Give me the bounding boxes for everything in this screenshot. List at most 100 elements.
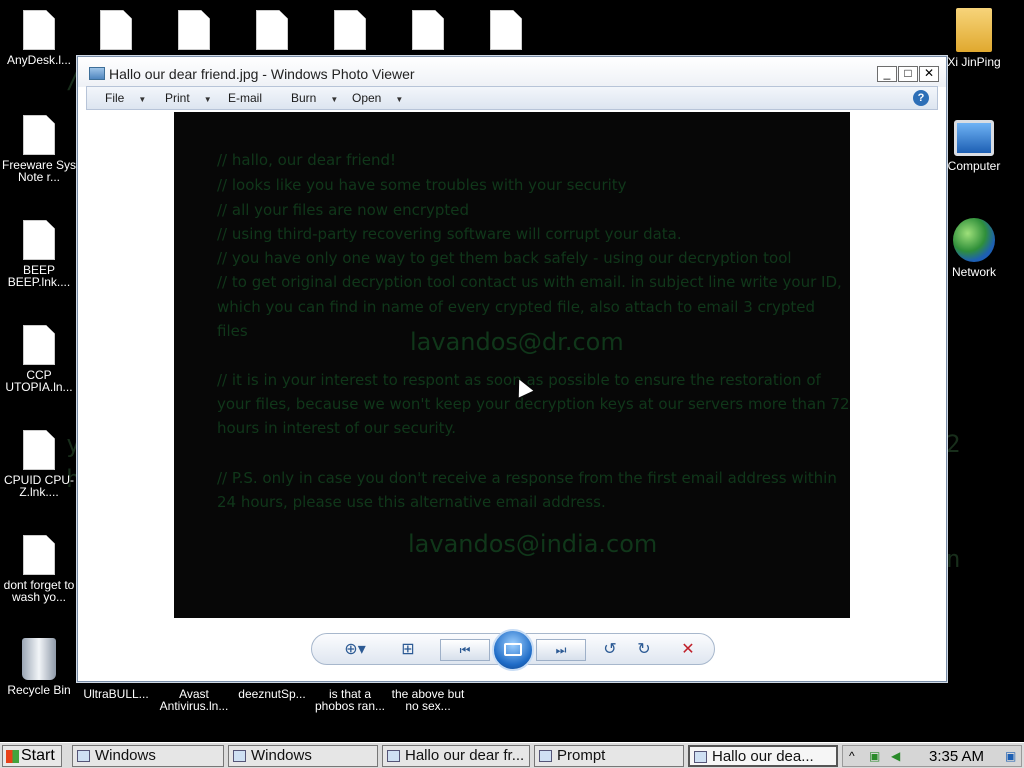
folder-icon [956,8,992,52]
file-icon [412,10,444,50]
desktop-icon-label: Freeware Sys Note r... [1,158,77,184]
ransom-note-line: // looks like you have some troubles wit… [217,176,627,194]
chevron-down-icon: ▼ [203,95,212,104]
rotate-right-icon[interactable]: ↻ [632,639,656,661]
start-button[interactable]: Start [2,745,62,767]
slideshow-icon [504,643,522,656]
menu-open-label: Open [352,91,382,105]
desktop-icon-avast[interactable]: Avast Antivirus.ln... [155,688,233,712]
ransom-note-line: // to get original decryption tool conta… [217,273,842,291]
menu-email-label: E-mail [228,91,263,105]
minimize-button[interactable]: _ [877,66,897,82]
desktop-icon-the-above[interactable]: the above but no sex... [389,688,467,712]
taskbar-item[interactable]: Windows [228,745,378,767]
wallpaper-text: n [946,545,961,573]
previous-button[interactable]: ⏮ [440,639,490,661]
chevron-down-icon: ▼ [395,95,404,104]
network-icon [953,218,995,262]
menu-file-label: File [105,91,125,105]
desktop-icon-ultrabull[interactable]: UltraBULL... [77,688,155,700]
taskbar-item-active[interactable]: Hallo our dea... [688,745,838,767]
menu-burn[interactable]: Burn ▼ [291,91,338,105]
desktop-icon-dont-forget[interactable]: dont forget to wash yo... [0,535,78,603]
desktop-icon-label: is that a phobos ran... [314,687,386,713]
file-icon [334,10,366,50]
file-icon [100,10,132,50]
desktop-icon-label: CCP UTOPIA.ln... [5,368,73,394]
desktop-icon-recycle-bin[interactable]: Recycle Bin [0,638,78,696]
desktop-icon-ccp-utopia[interactable]: CCP UTOPIA.ln... [0,325,78,393]
ransom-note-line: 24 hours, please use this alternative em… [217,493,606,511]
desktop-icon-freeware-sys-note[interactable]: Freeware Sys Note r... [0,115,78,183]
menu-open[interactable]: Open ▼ [352,91,403,105]
file-icon [490,10,522,50]
ransom-note-line: // all your files are now encrypted [217,201,470,219]
clock[interactable]: 3:35 AM [929,748,984,765]
zoom-icon[interactable]: ⊕▾ [338,639,372,661]
next-button[interactable]: ⏭ [536,639,586,661]
desktop-icon-label: Recycle Bin [7,683,71,697]
delete-icon[interactable]: ✕ [676,639,700,661]
desktop-icon-deeznut[interactable]: deeznutSp... [233,688,311,700]
desktop-icon-label: deeznutSp... [238,687,306,701]
desktop-icon-label: Avast Antivirus.ln... [159,687,229,713]
ransom-email-primary: lavandos@dr.com [410,328,624,356]
desktop-icon[interactable] [77,10,155,54]
menu-file[interactable]: File ▼ [105,91,146,105]
desktop-icon-anydesk[interactable]: AnyDesk.l... [0,10,78,66]
ransom-note-line: // hallo, our dear friend! [217,151,397,169]
photo-viewer-icon [89,67,105,80]
file-icon [256,10,288,50]
close-button[interactable]: ✕ [919,66,939,82]
chevron-down-icon: ▼ [138,95,147,104]
document-icon [233,750,246,762]
desktop-icon-label: the above but no sex... [391,687,465,713]
desktop-icon[interactable] [155,10,233,54]
window-title: Hallo our dear friend.jpg - Windows Phot… [109,66,415,82]
file-icon [23,535,55,575]
tray-expand-icon[interactable]: ^ [849,750,861,762]
desktop-icon-label: dont forget to wash yo... [3,578,75,604]
menu-email[interactable]: E-mail [228,91,262,105]
rotate-left-icon[interactable]: ↺ [598,639,622,661]
desktop-icon-cpu-z[interactable]: CPUID CPU-Z.lnk.... [0,430,78,498]
ransom-note-line: // you have only one way to get them bac… [217,249,792,267]
window-titlebar[interactable]: Hallo our dear friend.jpg - Windows Phot… [78,57,946,87]
windows-logo-icon [6,750,19,763]
taskbar-item-label: Windows [251,747,312,764]
wallpaper-text: 2 [946,430,961,458]
taskbar-item[interactable]: Prompt [534,745,684,767]
file-icon [23,115,55,155]
network-tray-icon[interactable]: ▣ [869,750,881,762]
slideshow-button[interactable] [492,629,534,671]
actual-size-icon[interactable]: ⊞ [396,639,420,661]
taskbar-item-label: Hallo our dear fr... [405,747,525,764]
desktop-icon-label: AnyDesk.l... [6,53,72,67]
menu-print-label: Print [165,91,190,105]
desktop-icon[interactable] [467,10,545,54]
maximize-button[interactable]: □ [898,66,918,82]
file-icon [23,10,55,50]
image-canvas: // hallo, our dear friend! // looks like… [174,112,850,618]
ransom-note-line: // P.S. only in case you don't receive a… [217,469,837,487]
window-icon [77,750,90,762]
photo-icon [387,750,400,762]
menu-print[interactable]: Print ▼ [165,91,212,105]
photo-icon [694,751,707,763]
desktop-icon-phobos[interactable]: is that a phobos ran... [311,688,389,712]
taskbar-item[interactable]: Windows [72,745,224,767]
taskbar-item-label: Windows [95,747,156,764]
ransom-note-line: your files, because we won't keep your d… [217,395,850,413]
prompt-icon [539,750,552,762]
show-desktop-icon[interactable]: ▣ [1005,750,1017,762]
help-icon[interactable]: ? [913,90,929,106]
file-icon [23,325,55,365]
taskbar: Start Windows Windows Hallo our dear fr.… [0,742,1024,768]
taskbar-item[interactable]: Hallo our dear fr... [382,745,530,767]
desktop-icon[interactable] [389,10,467,54]
desktop-icon-beep-beep[interactable]: BEEP BEEP.lnk.... [0,220,78,288]
volume-icon[interactable]: ◀ [891,750,903,762]
desktop-icon[interactable] [311,10,389,54]
desktop-icon[interactable] [233,10,311,54]
ransom-note-line: // using third-party recovering software… [217,225,682,243]
